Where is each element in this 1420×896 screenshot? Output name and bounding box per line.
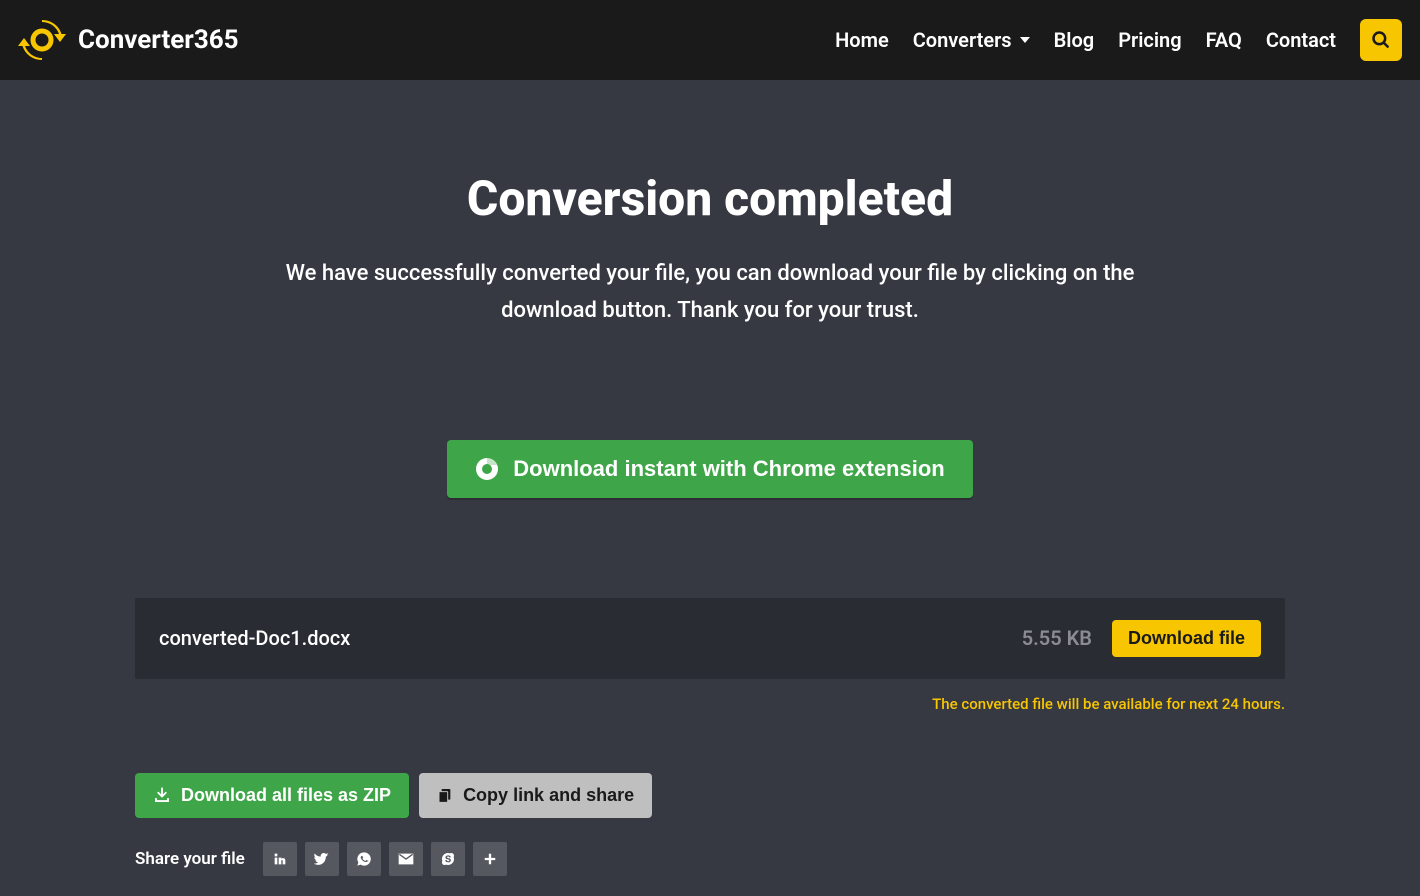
download-icon xyxy=(153,786,171,804)
caret-down-icon xyxy=(1020,37,1030,43)
chrome-extension-button[interactable]: Download instant with Chrome extension xyxy=(447,440,972,498)
skype-icon xyxy=(440,851,456,867)
copy-icon xyxy=(437,786,453,804)
share-email[interactable] xyxy=(389,842,423,876)
plus-icon xyxy=(483,852,497,866)
share-more[interactable] xyxy=(473,842,507,876)
file-name: converted-Doc1.docx xyxy=(159,626,350,650)
share-label: Share your file xyxy=(135,849,245,869)
page-title: Conversion completed xyxy=(0,170,1420,227)
chrome-extension-label: Download instant with Chrome extension xyxy=(513,456,944,482)
search-icon xyxy=(1371,30,1391,50)
nav-home[interactable]: Home xyxy=(835,28,889,52)
file-right: 5.55 KB Download file xyxy=(1022,620,1261,657)
search-button[interactable] xyxy=(1360,19,1402,61)
share-whatsapp[interactable] xyxy=(347,842,381,876)
brand-name: Converter365 xyxy=(78,25,239,55)
linkedin-icon xyxy=(272,851,288,867)
header: Converter365 Home Converters Blog Pricin… xyxy=(0,0,1420,80)
page-subtitle: We have successfully converted your file… xyxy=(260,255,1160,330)
copy-link-label: Copy link and share xyxy=(463,785,634,806)
nav-pricing[interactable]: Pricing xyxy=(1118,28,1181,52)
actions-row: Download all files as ZIP Copy link and … xyxy=(135,773,1285,818)
email-icon xyxy=(398,851,414,867)
download-zip-label: Download all files as ZIP xyxy=(181,785,391,806)
nav-blog[interactable]: Blog xyxy=(1054,28,1095,52)
file-panel: converted-Doc1.docx 5.55 KB Download fil… xyxy=(135,598,1285,896)
nav-converters[interactable]: Converters xyxy=(913,28,1030,52)
share-row: Share your file xyxy=(135,842,1285,896)
share-linkedin[interactable] xyxy=(263,842,297,876)
share-twitter[interactable] xyxy=(305,842,339,876)
file-size: 5.55 KB xyxy=(1022,626,1092,650)
whatsapp-icon xyxy=(356,851,372,867)
logo[interactable]: Converter365 xyxy=(18,16,239,64)
nav: Home Converters Blog Pricing FAQ Contact xyxy=(835,19,1402,61)
download-file-button[interactable]: Download file xyxy=(1112,620,1261,657)
download-zip-button[interactable]: Download all files as ZIP xyxy=(135,773,409,818)
nav-converters-label: Converters xyxy=(913,28,1012,52)
nav-faq[interactable]: FAQ xyxy=(1206,28,1242,52)
copy-link-button[interactable]: Copy link and share xyxy=(419,773,652,818)
chrome-icon xyxy=(475,457,499,481)
twitter-icon xyxy=(314,851,330,867)
main: Conversion completed We have successfull… xyxy=(0,80,1420,896)
share-buttons xyxy=(263,842,507,876)
availability-notice: The converted file will be available for… xyxy=(135,695,1285,713)
file-row: converted-Doc1.docx 5.55 KB Download fil… xyxy=(135,598,1285,679)
share-skype[interactable] xyxy=(431,842,465,876)
logo-icon xyxy=(18,16,66,64)
nav-contact[interactable]: Contact xyxy=(1266,28,1336,52)
